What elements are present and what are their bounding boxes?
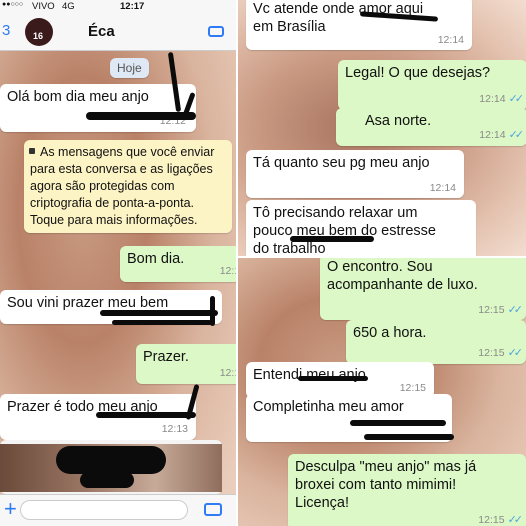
carrier-label: VIVO — [32, 1, 55, 12]
message-text: Legal! O que desejas? — [345, 65, 491, 81]
avatar-badge: 16 — [33, 31, 44, 41]
message-time: 12:14 ✓✓ — [479, 129, 525, 141]
redaction-scribble — [364, 434, 454, 440]
message-time: 12:13 — [219, 367, 236, 379]
message-text: Sou vini prazer meu bem — [7, 295, 169, 311]
message-outgoing: 650 a hora. 12:15 ✓✓ — [346, 320, 526, 364]
right-top-screenshot: Vc atende onde amor aqui em Brasília 12:… — [238, 0, 526, 256]
notice-line: criptografia de ponta-a-ponta. — [30, 196, 194, 210]
message-time: 12:14 ✓✓ — [479, 93, 525, 105]
redaction-scribble — [56, 446, 166, 474]
redaction-scribble — [290, 236, 374, 242]
message-time: 12:14 — [437, 34, 464, 46]
message-outgoing: Legal! O que desejas? 12:14 ✓✓ — [338, 60, 526, 110]
read-ticks-icon: ✓✓ — [508, 129, 525, 141]
message-text: Completinha meu amor — [253, 399, 404, 415]
notice-line: para esta conversa e as ligações — [30, 162, 213, 176]
redaction-scribble — [350, 420, 446, 426]
message-outgoing: Bom dia. 12:12 — [120, 246, 236, 282]
notice-line: Toque para mais informações. — [30, 213, 198, 227]
input-bar: + — [0, 494, 236, 526]
message-text: Olá bom dia meu anjo — [7, 89, 149, 105]
status-bar: ●●○○○ VIVO 4G 12:17 — [0, 0, 236, 14]
contact-name[interactable]: Éca — [88, 23, 115, 40]
message-incoming: Vc atende onde amor aqui em Brasília 12:… — [246, 0, 472, 50]
message-text: Desculpa "meu anjo" mas já — [295, 459, 477, 475]
read-ticks-icon: ✓✓ — [507, 514, 524, 526]
signal-strength: ●●○○○ — [2, 1, 24, 8]
message-incoming: Tá quanto seu pg meu anjo 12:14 — [246, 150, 464, 198]
redaction-scribble — [80, 472, 134, 488]
read-ticks-icon: ✓✓ — [508, 93, 525, 105]
message-text: acompanhante de luxo. — [327, 277, 478, 293]
message-outgoing: O encontro. Sou acompanhante de luxo. 12… — [320, 258, 526, 320]
avatar[interactable]: 16 — [25, 18, 53, 46]
message-outgoing: Prazer. 12:13 — [136, 344, 236, 384]
lock-icon — [29, 148, 35, 154]
message-text: do trabalho — [253, 241, 326, 256]
message-time: 12:13 — [161, 423, 188, 435]
camera-icon[interactable] — [204, 503, 222, 516]
message-outgoing: Asa norte. 12:14 ✓✓ — [336, 108, 526, 146]
redaction-scribble — [298, 376, 368, 381]
redaction-scribble — [100, 310, 218, 316]
read-ticks-icon: ✓✓ — [507, 304, 524, 316]
read-ticks-icon: ✓✓ — [507, 347, 524, 359]
left-screenshot: ●●○○○ VIVO 4G 12:17 3 16 Éca Hoje Olá bo… — [0, 0, 236, 526]
redaction-scribble — [112, 320, 212, 325]
security-notice[interactable]: As mensagens que você enviar para esta c… — [24, 140, 232, 233]
message-time: 12:15 ✓✓ — [478, 304, 524, 316]
message-text: O encontro. Sou — [327, 259, 433, 275]
network-label: 4G — [62, 1, 75, 12]
date-chip: Hoje — [110, 58, 149, 78]
message-time: 12:15 ✓✓ — [478, 514, 524, 526]
message-text: Prazer. — [143, 349, 189, 365]
message-text: Tá quanto seu pg meu anjo — [253, 155, 430, 171]
message-incoming: Tô precisando relaxar um pouco meu bem d… — [246, 200, 476, 256]
redaction-scribble — [96, 412, 196, 418]
message-time: 12:15 ✓✓ — [478, 347, 524, 359]
message-input[interactable] — [20, 500, 188, 520]
back-button[interactable]: 3 — [2, 22, 10, 39]
notice-line: As mensagens que você enviar — [40, 145, 215, 159]
message-incoming: Olá bom dia meu anjo 12:12 — [0, 84, 196, 132]
clock: 12:17 — [120, 1, 145, 12]
right-bottom-screenshot: O encontro. Sou acompanhante de luxo. 12… — [238, 258, 526, 526]
message-time: 12:12 — [219, 265, 236, 277]
video-call-icon[interactable] — [208, 26, 224, 37]
message-time: 12:14 — [429, 182, 456, 194]
message-text: Tô precisando relaxar um — [253, 205, 418, 221]
attach-plus-icon[interactable]: + — [4, 498, 17, 520]
message-text: Vc atende onde amor aqui — [253, 1, 424, 17]
message-text: Licença! — [295, 495, 350, 511]
redaction-scribble — [210, 296, 215, 326]
message-text: 650 a hora. — [353, 325, 427, 341]
redaction-scribble — [86, 112, 196, 120]
message-incoming: Sou vini prazer meu bem — [0, 290, 222, 324]
chat-header: 3 16 Éca — [0, 14, 236, 51]
message-text: Bom dia. — [127, 251, 185, 267]
message-text: broxei com tanto mimimi! — [295, 477, 457, 493]
notice-line: agora são protegidas com — [30, 179, 175, 193]
message-outgoing: Desculpa "meu anjo" mas já broxei com ta… — [288, 454, 526, 526]
